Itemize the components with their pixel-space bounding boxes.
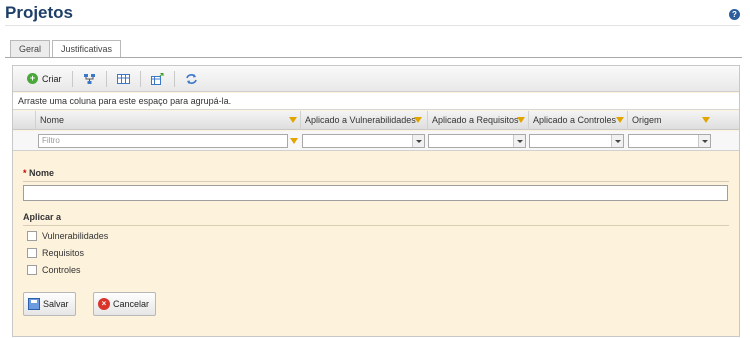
cancel-icon: ×: [98, 298, 110, 310]
name-filter-input[interactable]: Filtro: [38, 134, 288, 148]
tabs-divider: [5, 57, 742, 58]
column-header-nome[interactable]: Nome: [35, 111, 300, 130]
checkbox-controles[interactable]: Controles: [27, 265, 81, 275]
grid-header: Nome Aplicado a Vulnerabilidades Aplicad…: [13, 111, 739, 130]
export-button[interactable]: [149, 70, 166, 88]
help-icon[interactable]: ?: [729, 9, 740, 20]
origem-filter-select[interactable]: [628, 134, 711, 148]
column-header-requisitos[interactable]: Aplicado a Requisitos: [427, 111, 528, 130]
name-label-text: Nome: [29, 168, 55, 178]
column-header-label: Nome: [40, 115, 65, 125]
tab-justificativas[interactable]: Justificativas: [52, 40, 122, 58]
column-header-label: Aplicado a Requisitos: [432, 115, 519, 125]
toolbar-separator: [139, 70, 141, 87]
chevron-down-icon: [513, 135, 525, 147]
cancel-button[interactable]: × Cancelar: [93, 292, 157, 316]
page-title: Projetos: [5, 3, 74, 22]
checkbox[interactable]: [27, 248, 37, 258]
refresh-button[interactable]: [183, 70, 200, 88]
column-header-label: Aplicado a Controles: [533, 115, 617, 125]
tab-geral[interactable]: Geral: [10, 40, 51, 57]
columns-icon: [116, 73, 130, 84]
save-button[interactable]: Salvar: [23, 292, 76, 316]
column-header-label: Aplicado a Vulnerabilidades: [305, 115, 416, 125]
toolbar-separator: [173, 70, 175, 87]
toolbar: + Criar: [13, 66, 739, 92]
column-header-controles[interactable]: Aplicado a Controles: [528, 111, 627, 130]
checkbox[interactable]: [27, 231, 37, 241]
filter-row: Filtro: [13, 131, 739, 151]
column-header-origem[interactable]: Origem: [627, 111, 713, 130]
divider: [23, 181, 729, 182]
column-header-vulnerabilidades[interactable]: Aplicado a Vulnerabilidades: [300, 111, 427, 130]
chevron-down-icon: [698, 135, 710, 147]
divider: [23, 225, 729, 226]
filter-icon[interactable]: [290, 138, 298, 144]
tab-bar: Geral Justificativas: [10, 40, 123, 58]
toolbar-separator: [71, 70, 73, 87]
save-icon: [28, 298, 40, 310]
checkbox-label: Vulnerabilidades: [42, 231, 109, 241]
checkbox-vulnerabilidades[interactable]: Vulnerabilidades: [27, 231, 108, 241]
filter-icon[interactable]: [702, 117, 710, 123]
requisitos-filter-select[interactable]: [428, 134, 526, 148]
export-icon: [150, 72, 163, 85]
apply-section-label: Aplicar a: [23, 212, 62, 222]
create-button-label: Criar: [42, 73, 62, 84]
chevron-down-icon: [412, 135, 424, 147]
filter-icon[interactable]: [414, 117, 422, 123]
checkbox-label: Controles: [42, 265, 81, 275]
cancel-button-label: Cancelar: [113, 299, 150, 309]
hierarchy-button[interactable]: [81, 70, 98, 88]
title-divider: [5, 25, 740, 26]
checkbox[interactable]: [27, 265, 37, 275]
column-header-label: Origem: [632, 115, 662, 125]
controles-filter-select[interactable]: [529, 134, 624, 148]
justificativas-panel: + Criar Arraste uma coluna para este esp…: [12, 65, 740, 337]
filter-icon[interactable]: [289, 117, 297, 123]
vulnerabilidades-filter-select[interactable]: [302, 134, 425, 148]
name-field-label: * Nome: [23, 168, 54, 178]
hierarchy-icon: [83, 73, 95, 84]
group-by-hint[interactable]: Arraste uma coluna para este espaço para…: [13, 93, 739, 110]
refresh-icon: [185, 73, 197, 84]
filter-icon[interactable]: [517, 117, 525, 123]
toolbar-separator: [105, 70, 107, 87]
chevron-down-icon: [611, 135, 623, 147]
save-button-label: Salvar: [43, 299, 69, 309]
name-input[interactable]: [23, 185, 728, 201]
checkbox-label: Requisitos: [42, 248, 85, 258]
filter-icon[interactable]: [616, 117, 624, 123]
columns-button[interactable]: [115, 70, 132, 88]
create-icon: +: [27, 73, 38, 84]
create-button[interactable]: + Criar: [25, 70, 64, 88]
required-mark: *: [23, 168, 27, 178]
checkbox-requisitos[interactable]: Requisitos: [27, 248, 84, 258]
